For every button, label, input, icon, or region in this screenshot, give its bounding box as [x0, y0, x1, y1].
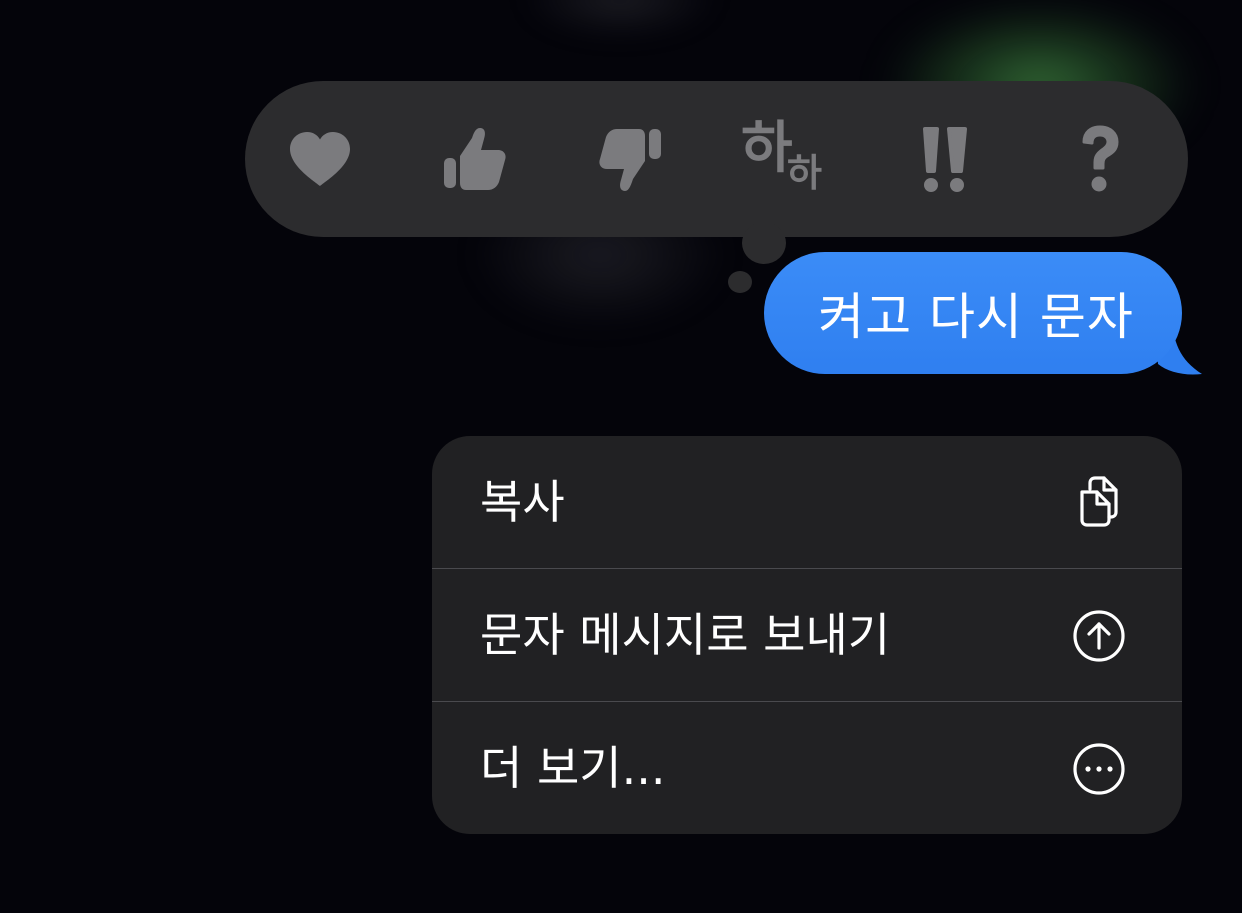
- tapback-exclamation[interactable]: [885, 81, 1005, 237]
- tapback-pointer-dot-small: [728, 271, 752, 293]
- arrow-up-circle-icon: [1073, 610, 1125, 662]
- haha-big: 하: [741, 116, 793, 181]
- ellipsis-circle-icon: [1073, 743, 1125, 795]
- thumbs-up-icon: [444, 128, 506, 190]
- menu-item-copy[interactable]: 복사: [432, 436, 1182, 568]
- background-glow: [520, 0, 720, 40]
- menu-item-more[interactable]: 더 보기...: [432, 702, 1182, 834]
- double-exclamation-icon: [923, 127, 967, 192]
- haha-icon: 하 하: [735, 119, 835, 199]
- menu-item-label: 문자 메시지로 보내기: [480, 608, 891, 662]
- thumbs-down-icon: [599, 129, 661, 191]
- menu-item-send-as-text[interactable]: 문자 메시지로 보내기: [432, 569, 1182, 701]
- tapback-thumbs-up[interactable]: [415, 81, 535, 237]
- message-text: 켜고 다시 문자: [818, 288, 1134, 346]
- tapback-thumbs-down[interactable]: [570, 81, 690, 237]
- screen: 하 하 켜고 다시 문자 복사 문자 메시지로 보내기 더 보기...: [0, 0, 1242, 913]
- tapback-question[interactable]: [1040, 81, 1160, 237]
- context-menu: 복사 문자 메시지로 보내기 더 보기...: [432, 436, 1182, 834]
- heart-icon: [290, 132, 350, 186]
- tapback-bar: 하 하: [245, 81, 1188, 237]
- menu-item-label: 더 보기...: [480, 741, 666, 795]
- message-bubble-wrap: 켜고 다시 문자: [764, 252, 1204, 376]
- copy-icon: [1080, 476, 1118, 527]
- haha-small: 하: [787, 151, 822, 195]
- message-bubble[interactable]: 켜고 다시 문자: [764, 252, 1182, 374]
- tapback-haha[interactable]: 하 하: [725, 81, 845, 237]
- question-icon: [1082, 125, 1119, 192]
- menu-item-label: 복사: [480, 475, 565, 529]
- tapback-heart[interactable]: [260, 81, 380, 237]
